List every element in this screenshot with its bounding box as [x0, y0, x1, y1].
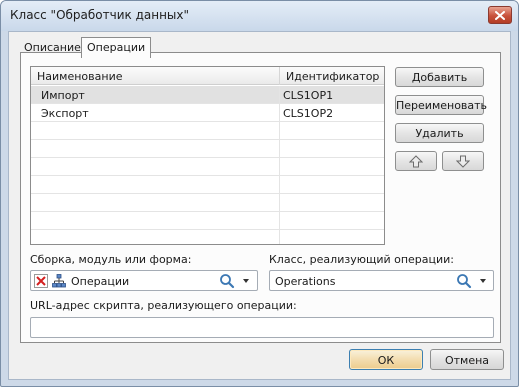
empty-cell [31, 122, 280, 139]
empty-cell [31, 176, 280, 193]
close-icon [495, 10, 505, 20]
assembly-value: Операции [71, 275, 130, 288]
empty-row [31, 176, 384, 194]
hierarchy-icon [52, 274, 66, 288]
column-header-name[interactable]: Наименование [31, 67, 280, 85]
move-up-button[interactable] [395, 151, 437, 171]
empty-row [31, 140, 384, 158]
delete-button[interactable]: Удалить [395, 123, 484, 143]
title-bar[interactable]: Класс "Обработчик данных" [1, 1, 518, 31]
row-name-cell: Импорт [31, 86, 280, 103]
empty-cell [31, 140, 280, 157]
rename-button[interactable]: Переименовать [395, 95, 487, 115]
empty-cell [31, 158, 280, 175]
empty-row [31, 212, 384, 230]
search-icon[interactable] [219, 273, 235, 289]
chevron-down-icon[interactable] [480, 279, 486, 283]
assembly-combo[interactable]: Операции [30, 270, 258, 291]
url-label: URL-адрес скрипта, реализующего операции… [30, 299, 297, 312]
empty-cell [31, 230, 280, 244]
list-header: Наименование Идентификатор [31, 67, 384, 85]
empty-row [31, 230, 384, 244]
operations-list[interactable]: Наименование Идентификатор Импорт CLS1OP… [30, 66, 385, 245]
table-row[interactable]: Импорт CLS1OP1 [31, 86, 384, 104]
operations-tab-panel: Наименование Идентификатор Импорт CLS1OP… [20, 52, 501, 343]
empty-row [31, 194, 384, 212]
add-button[interactable]: Добавить [395, 67, 484, 87]
row-id-cell: CLS1OP2 [283, 107, 334, 120]
row-name-cell: Экспорт [31, 104, 280, 121]
class-impl-combo[interactable]: Operations [269, 270, 494, 291]
dialog-window: Класс "Обработчик данных" Описание Опера… [0, 0, 519, 387]
empty-cell [31, 194, 280, 211]
arrow-up-icon [409, 154, 423, 167]
empty-row [31, 122, 384, 140]
cancel-button[interactable]: Отмена [430, 349, 504, 370]
row-id-cell: CLS1OP1 [283, 89, 334, 102]
table-row[interactable]: Экспорт CLS1OP2 [31, 104, 384, 122]
ok-button[interactable]: ОК [349, 349, 423, 370]
tab-operations[interactable]: Операции [81, 37, 152, 58]
class-impl-label: Класс, реализующий операции: [269, 253, 455, 266]
column-header-id[interactable]: Идентификатор [280, 67, 384, 85]
arrow-down-icon [456, 155, 470, 168]
empty-row [31, 158, 384, 176]
close-button[interactable] [488, 6, 512, 24]
search-icon[interactable] [456, 273, 472, 289]
empty-cell [31, 212, 280, 229]
chevron-down-icon[interactable] [243, 279, 249, 283]
assembly-label: Сборка, модуль или форма: [30, 253, 192, 266]
url-field[interactable] [30, 317, 494, 338]
move-down-button[interactable] [442, 151, 484, 171]
red-x-icon[interactable] [34, 274, 48, 288]
window-title: Класс "Обработчик данных" [10, 8, 190, 22]
dialog-client-area: Описание Операции Наименование Идентифик… [8, 31, 511, 380]
class-impl-value: Operations [275, 275, 336, 288]
